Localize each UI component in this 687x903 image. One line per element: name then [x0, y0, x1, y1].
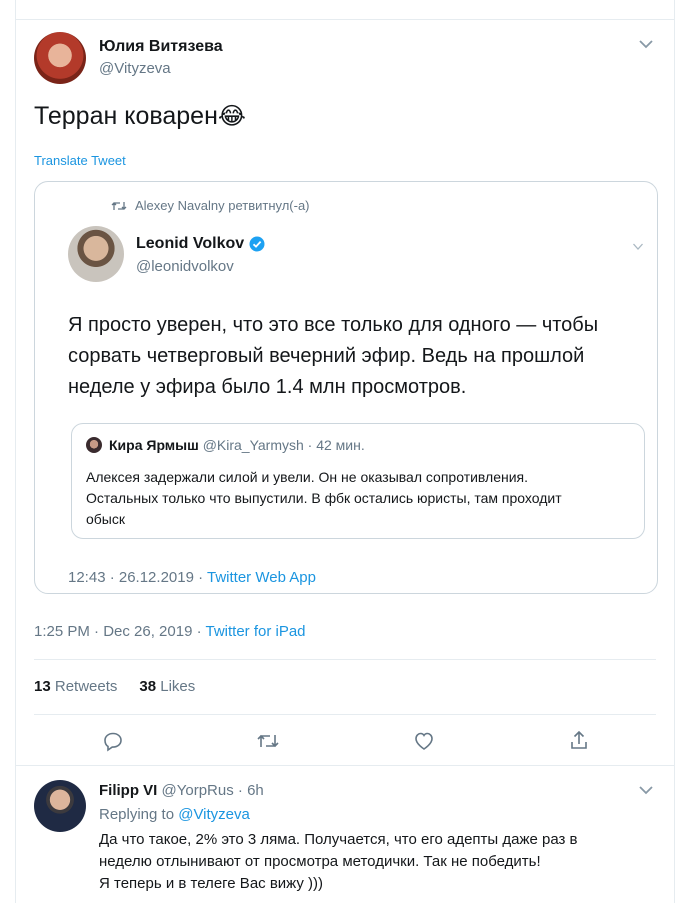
reply-author-handle[interactable]: @YorpRus — [162, 782, 234, 799]
quoted-author[interactable]: Leonid Volkov — [136, 235, 265, 253]
reply-author-avatar[interactable] — [34, 780, 86, 832]
reply-icon[interactable] — [102, 730, 124, 752]
nested-text-line: Остальных только что выпустили. В фбк ос… — [86, 490, 562, 506]
tweet-text: Терран коварен😂 — [34, 100, 246, 133]
chevron-down-icon[interactable] — [632, 242, 644, 251]
reply-text-line: Да что такое, 2% это 3 ляма. Получается,… — [99, 831, 578, 848]
reply-text: Да что такое, 2% это 3 ляма. Получается,… — [99, 829, 578, 895]
likes-label: Likes — [160, 678, 196, 695]
quoted-author-handle[interactable]: @leonidvolkov — [136, 258, 234, 275]
nested-text-line: Алексея задержали силой и увели. Он не о… — [86, 469, 529, 485]
divider — [16, 765, 674, 766]
quoted-author-name[interactable]: Leonid Volkov — [136, 235, 244, 253]
crying-laughing-emoji: 😂 — [217, 103, 246, 130]
quoted-timestamp-line: 12:43 · 26.12.2019 · Twitter Web App — [68, 569, 316, 586]
tweet-timestamp-line: 1:25 PM · Dec 26, 2019 · Twitter for iPa… — [34, 623, 306, 640]
quoted-tweet-text: Я просто уверен, что это все только для … — [68, 310, 598, 403]
nested-author-line: Кира Ярмыш @Kira_Yarmysh · 42 мин. — [109, 437, 365, 453]
divider — [34, 659, 656, 660]
retweets-count: 13 — [34, 678, 51, 695]
divider — [34, 714, 656, 715]
quoted-timestamp[interactable]: 12:43 · 26.12.2019 · — [68, 569, 207, 586]
tweet-timestamp[interactable]: 1:25 PM · Dec 26, 2019 · — [34, 623, 205, 640]
like-icon[interactable] — [413, 730, 435, 752]
divider — [16, 19, 674, 20]
retweet-icon[interactable] — [256, 731, 280, 751]
replying-to-label: Replying to — [99, 806, 179, 823]
nested-author-name[interactable]: Кира Ярмыш — [109, 437, 199, 453]
reply-author-line: Filipp VI @YorpRus · 6h — [99, 782, 264, 799]
nested-text: Алексея задержали силой и увели. Он не о… — [86, 467, 562, 530]
author-name[interactable]: Юлия Витязева — [99, 38, 223, 56]
replying-to-handle[interactable]: @Vityzeva — [178, 806, 250, 823]
quoted-tweet-card[interactable]: Alexey Navalny ретвитнул(-а) Leonid Volk… — [34, 181, 658, 594]
quoted-text-line: сорвать четверговый вечерний эфир. Ведь … — [68, 345, 585, 367]
verified-badge-icon — [249, 236, 265, 252]
author-avatar[interactable] — [34, 32, 86, 84]
tweet-text-content: Терран коварен — [34, 102, 218, 130]
likes-stat[interactable]: 38 Likes — [139, 678, 195, 695]
retweet-icon — [111, 200, 127, 212]
reply-author-name[interactable]: Filipp VI — [99, 782, 157, 799]
quoted-author-avatar[interactable] — [68, 226, 124, 282]
nested-author-avatar — [86, 437, 102, 453]
reply-text-line: неделю отлынивают от просмотра методички… — [99, 853, 541, 870]
retweets-label: Retweets — [54, 678, 118, 695]
author-handle[interactable]: @Vityzeva — [99, 60, 171, 77]
tweet-stats: 13 Retweets 38 Likes — [34, 678, 195, 695]
replying-to: Replying to @Vityzeva — [99, 806, 250, 823]
tweet-source-link[interactable]: Twitter for iPad — [205, 623, 305, 640]
nested-text-line: обыск — [86, 511, 125, 527]
chevron-down-icon[interactable] — [638, 784, 654, 796]
nested-quote-card[interactable]: Кира Ярмыш @Kira_Yarmysh · 42 мин. Алекс… — [71, 423, 645, 539]
reply-text-line: Я теперь и в телеге Вас вижу ))) — [99, 875, 324, 892]
nested-time: · 42 мин. — [307, 437, 365, 453]
quoted-source-link[interactable]: Twitter Web App — [207, 569, 316, 586]
chevron-down-icon[interactable] — [638, 38, 654, 50]
nested-author-handle[interactable]: @Kira_Yarmysh — [203, 437, 304, 453]
retweets-stat[interactable]: 13 Retweets — [34, 678, 117, 695]
reply-time[interactable]: · 6h — [238, 782, 264, 799]
quoted-text-line: Я просто уверен, что это все только для … — [68, 314, 599, 336]
tweet-page: Юлия Витязева @Vityzeva Терран коварен😂 … — [15, 0, 675, 903]
translate-tweet-link[interactable]: Translate Tweet — [34, 153, 126, 168]
share-icon[interactable] — [568, 729, 590, 751]
likes-count: 38 — [139, 678, 157, 695]
retweet-context-label: Alexey Navalny ретвитнул(-а) — [135, 198, 310, 213]
quoted-text-line: неделе у эфира было 1.4 млн просмотров. — [68, 376, 467, 398]
retweet-context: Alexey Navalny ретвитнул(-а) — [111, 198, 310, 213]
